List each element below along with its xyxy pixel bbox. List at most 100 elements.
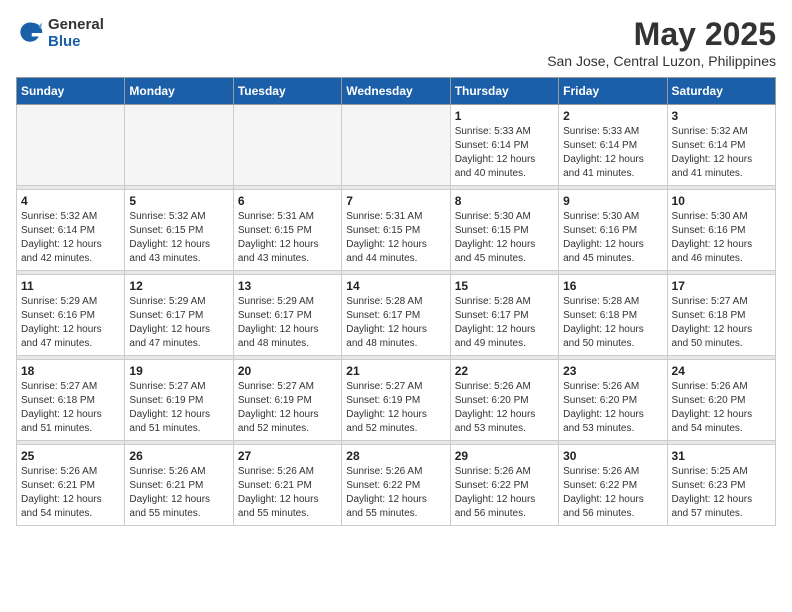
calendar-week-row: 1 Sunrise: 5:33 AM Sunset: 6:14 PM Daylig… [17,105,776,186]
day-info: Sunrise: 5:30 AM Sunset: 6:16 PM Dayligh… [672,210,771,266]
calendar-cell: 14 Sunrise: 5:28 AM Sunset: 6:17 PM Dayli… [342,275,450,356]
calendar-cell: 4 Sunrise: 5:32 AM Sunset: 6:14 PM Daylig… [17,190,125,271]
day-info: Sunrise: 5:33 AM Sunset: 6:14 PM Dayligh… [563,125,662,181]
day-info: Sunrise: 5:29 AM Sunset: 6:17 PM Dayligh… [129,295,228,351]
calendar-cell: 22 Sunrise: 5:26 AM Sunset: 6:20 PM Dayli… [450,360,558,441]
weekday-header-friday: Friday [559,78,667,105]
weekday-header-wednesday: Wednesday [342,78,450,105]
day-number: 19 [129,364,228,378]
day-number: 20 [238,364,337,378]
calendar-cell: 5 Sunrise: 5:32 AM Sunset: 6:15 PM Daylig… [125,190,233,271]
calendar-cell: 9 Sunrise: 5:30 AM Sunset: 6:16 PM Daylig… [559,190,667,271]
day-number: 14 [346,279,445,293]
calendar-cell: 23Sunrise: 5:26 AM Sunset: 6:20 PM Dayli… [559,360,667,441]
calendar-cell: 13 Sunrise: 5:29 AM Sunset: 6:17 PM Dayli… [233,275,341,356]
day-number: 10 [672,194,771,208]
calendar-cell: 6 Sunrise: 5:31 AM Sunset: 6:15 PM Daylig… [233,190,341,271]
day-info: Sunrise: 5:26 AM Sunset: 6:21 PM Dayligh… [238,465,337,521]
calendar-cell: 30 Sunrise: 5:26 AM Sunset: 6:22 PM Dayli… [559,445,667,526]
calendar-cell: 7Sunrise: 5:31 AM Sunset: 6:15 PM Daylig… [342,190,450,271]
day-number: 27 [238,449,337,463]
month-title: May 2025 [547,16,776,53]
calendar-cell: 15 Sunrise: 5:28 AM Sunset: 6:17 PM Dayli… [450,275,558,356]
day-info: Sunrise: 5:32 AM Sunset: 6:15 PM Dayligh… [129,210,228,266]
day-number: 31 [672,449,771,463]
calendar-table: SundayMondayTuesdayWednesdayThursdayFrid… [16,77,776,526]
day-info: Sunrise: 5:29 AM Sunset: 6:17 PM Dayligh… [238,295,337,351]
day-info: Sunrise: 5:26 AM Sunset: 6:21 PM Dayligh… [21,465,120,521]
day-info: Sunrise: 5:31 AM Sunset: 6:15 PM Dayligh… [238,210,337,266]
day-number: 1 [455,109,554,123]
day-info: Sunrise: 5:29 AM Sunset: 6:16 PM Dayligh… [21,295,120,351]
day-info: Sunrise: 5:27 AM Sunset: 6:18 PM Dayligh… [672,295,771,351]
logo: General Blue [16,16,104,50]
day-info: Sunrise: 5:32 AM Sunset: 6:14 PM Dayligh… [672,125,771,181]
calendar-week-row: 18 Sunrise: 5:27 AM Sunset: 6:18 PM Dayli… [17,360,776,441]
day-number: 5 [129,194,228,208]
calendar-cell: 11 Sunrise: 5:29 AM Sunset: 6:16 PM Dayli… [17,275,125,356]
calendar-cell: 16Sunrise: 5:28 AM Sunset: 6:18 PM Dayli… [559,275,667,356]
day-number: 29 [455,449,554,463]
calendar-cell [125,105,233,186]
calendar-cell [233,105,341,186]
day-number: 18 [21,364,120,378]
calendar-cell: 1 Sunrise: 5:33 AM Sunset: 6:14 PM Daylig… [450,105,558,186]
day-info: Sunrise: 5:26 AM Sunset: 6:22 PM Dayligh… [563,465,662,521]
day-info: Sunrise: 5:26 AM Sunset: 6:20 PM Dayligh… [563,380,662,436]
weekday-header-row: SundayMondayTuesdayWednesdayThursdayFrid… [17,78,776,105]
location-subtitle: San Jose, Central Luzon, Philippines [547,53,776,69]
day-number: 13 [238,279,337,293]
day-number: 17 [672,279,771,293]
calendar-cell: 24 Sunrise: 5:26 AM Sunset: 6:20 PM Dayli… [667,360,775,441]
calendar-cell: 21Sunrise: 5:27 AM Sunset: 6:19 PM Dayli… [342,360,450,441]
calendar-cell: 31 Sunrise: 5:25 AM Sunset: 6:23 PM Dayli… [667,445,775,526]
day-info: Sunrise: 5:28 AM Sunset: 6:17 PM Dayligh… [455,295,554,351]
weekday-header-monday: Monday [125,78,233,105]
day-number: 15 [455,279,554,293]
day-info: Sunrise: 5:31 AM Sunset: 6:15 PM Dayligh… [346,210,445,266]
weekday-header-thursday: Thursday [450,78,558,105]
weekday-header-tuesday: Tuesday [233,78,341,105]
day-number: 25 [21,449,120,463]
day-number: 12 [129,279,228,293]
calendar-cell: 25 Sunrise: 5:26 AM Sunset: 6:21 PM Dayli… [17,445,125,526]
day-number: 28 [346,449,445,463]
day-number: 2 [563,109,662,123]
day-number: 22 [455,364,554,378]
calendar-cell: 19Sunrise: 5:27 AM Sunset: 6:19 PM Dayli… [125,360,233,441]
day-number: 30 [563,449,662,463]
calendar-cell: 18 Sunrise: 5:27 AM Sunset: 6:18 PM Dayli… [17,360,125,441]
day-info: Sunrise: 5:30 AM Sunset: 6:15 PM Dayligh… [455,210,554,266]
calendar-cell: 2 Sunrise: 5:33 AM Sunset: 6:14 PM Daylig… [559,105,667,186]
day-info: Sunrise: 5:33 AM Sunset: 6:14 PM Dayligh… [455,125,554,181]
logo-icon [16,19,44,47]
calendar-cell: 29Sunrise: 5:26 AM Sunset: 6:22 PM Dayli… [450,445,558,526]
weekday-header-saturday: Saturday [667,78,775,105]
title-block: May 2025 San Jose, Central Luzon, Philip… [547,16,776,69]
calendar-cell: 27 Sunrise: 5:26 AM Sunset: 6:21 PM Dayli… [233,445,341,526]
day-info: Sunrise: 5:27 AM Sunset: 6:18 PM Dayligh… [21,380,120,436]
day-info: Sunrise: 5:26 AM Sunset: 6:20 PM Dayligh… [455,380,554,436]
calendar-cell [342,105,450,186]
day-number: 26 [129,449,228,463]
calendar-cell: 26Sunrise: 5:26 AM Sunset: 6:21 PM Dayli… [125,445,233,526]
calendar-cell: 8 Sunrise: 5:30 AM Sunset: 6:15 PM Daylig… [450,190,558,271]
calendar-cell: 12 Sunrise: 5:29 AM Sunset: 6:17 PM Dayli… [125,275,233,356]
calendar-cell [17,105,125,186]
day-number: 24 [672,364,771,378]
day-info: Sunrise: 5:25 AM Sunset: 6:23 PM Dayligh… [672,465,771,521]
page-header: General Blue May 2025 San Jose, Central … [16,16,776,69]
day-number: 4 [21,194,120,208]
calendar-week-row: 11 Sunrise: 5:29 AM Sunset: 6:16 PM Dayli… [17,275,776,356]
day-info: Sunrise: 5:27 AM Sunset: 6:19 PM Dayligh… [238,380,337,436]
day-number: 11 [21,279,120,293]
day-number: 21 [346,364,445,378]
day-info: Sunrise: 5:32 AM Sunset: 6:14 PM Dayligh… [21,210,120,266]
calendar-cell: 20 Sunrise: 5:27 AM Sunset: 6:19 PM Dayli… [233,360,341,441]
day-info: Sunrise: 5:30 AM Sunset: 6:16 PM Dayligh… [563,210,662,266]
day-number: 9 [563,194,662,208]
day-info: Sunrise: 5:28 AM Sunset: 6:17 PM Dayligh… [346,295,445,351]
day-number: 6 [238,194,337,208]
day-info: Sunrise: 5:26 AM Sunset: 6:20 PM Dayligh… [672,380,771,436]
day-number: 8 [455,194,554,208]
